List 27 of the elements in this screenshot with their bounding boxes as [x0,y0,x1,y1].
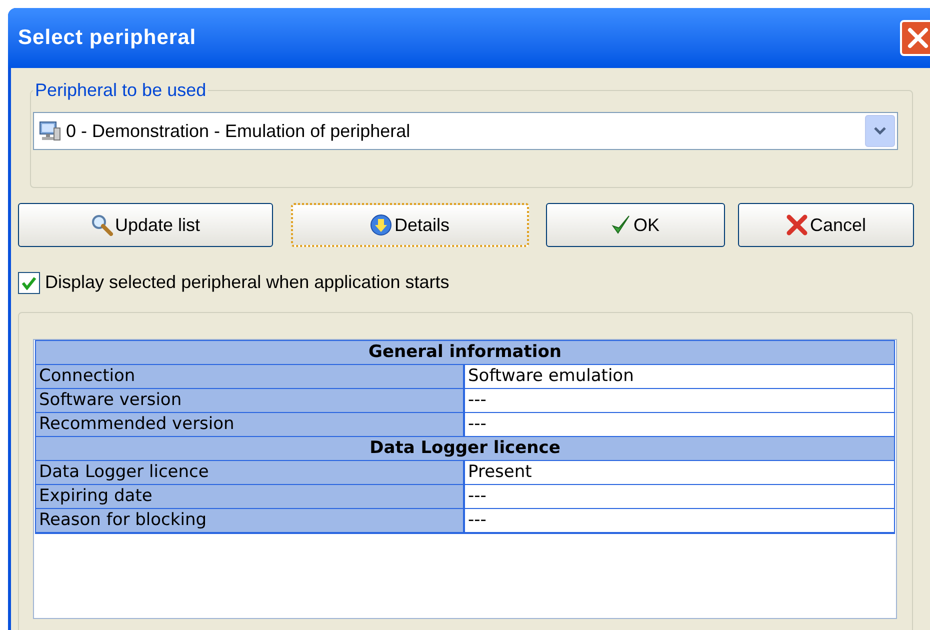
table-cell: Data Logger licence [36,461,465,484]
computer-icon [38,120,62,142]
section-header: Data Logger licence [36,437,894,461]
dialog-button[interactable]: Update list [18,203,273,247]
window-title: Select peripheral [18,25,198,52]
dropdown-value: 0 - Demonstration - Emulation of peripheral [66,120,412,143]
chevron-down-icon [874,127,886,135]
table-cell: Reason for blocking [36,509,465,532]
checkmark-icon [611,214,632,236]
peripheral-dropdown[interactable]: 0 - Demonstration - Emulation of peripheral [33,112,898,150]
checkbox[interactable] [18,272,40,294]
table-cell: Expiring date [36,485,465,508]
table-cell: Recommended version [36,413,465,436]
dialog-button[interactable]: OK [546,203,725,247]
close-button[interactable] [900,20,930,56]
dialog-button[interactable]: Cancel [738,203,914,247]
cross-icon [786,214,808,236]
magnifier-icon [90,214,113,236]
dropdown-arrow-button[interactable] [865,115,895,147]
dialog-button[interactable]: Details [291,203,529,247]
close-icon [907,27,929,49]
section-header: General information [36,341,894,365]
table-cell: Software version [36,389,465,412]
table-cell: Connection [36,365,465,388]
down-arrow-circle-icon [370,214,392,236]
check-icon [21,276,37,290]
checkbox-label: Display selected peripheral when application starts [45,271,450,294]
